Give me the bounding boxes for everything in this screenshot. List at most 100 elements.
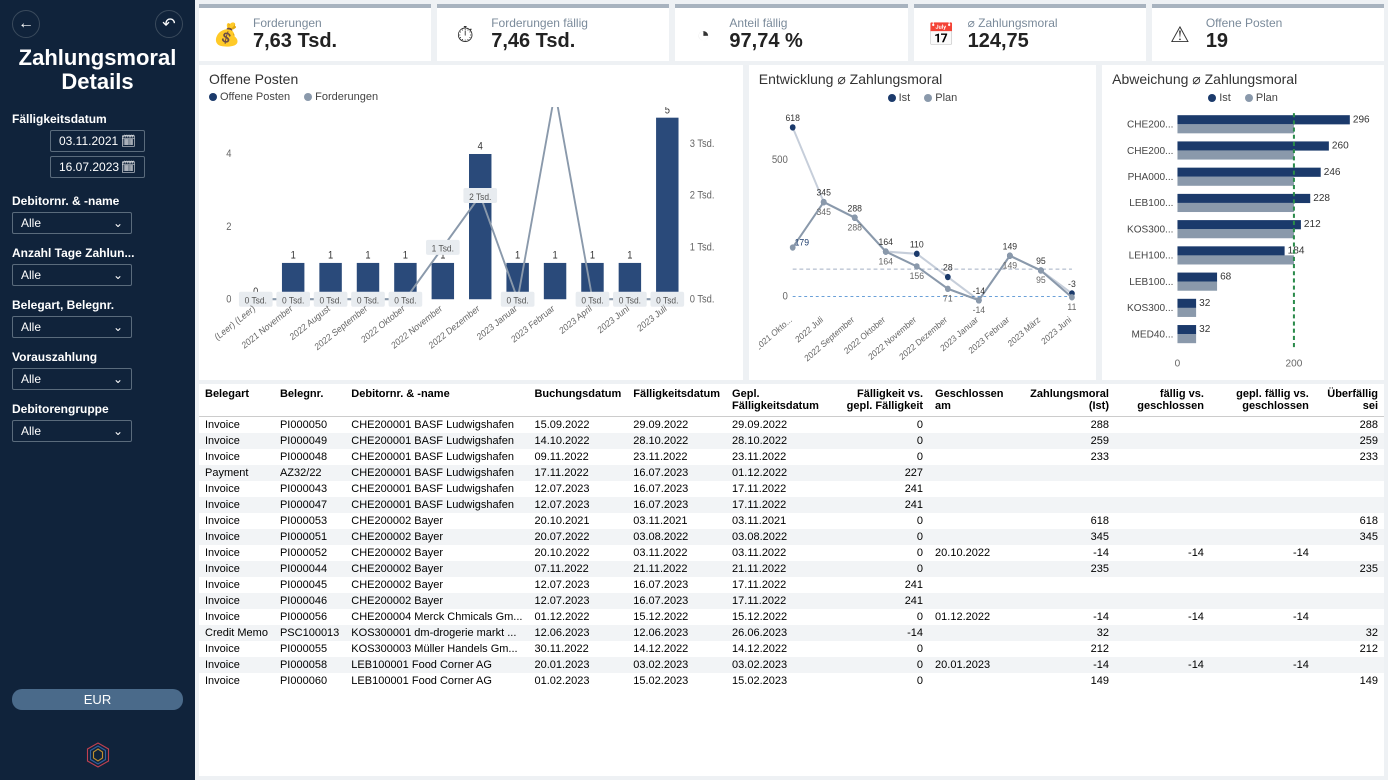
table-header[interactable]: Belegart <box>199 384 274 417</box>
table-cell <box>1115 673 1210 689</box>
table-row[interactable]: InvoicePI000060LEB100001 Food Corner AG0… <box>199 673 1384 689</box>
page-title: Zahlungsmoral Details <box>12 46 183 94</box>
filter-select-4[interactable]: Alle⌄ <box>12 420 132 442</box>
table-cell <box>929 673 1016 689</box>
forderungen-icon: 💰 <box>211 19 243 51</box>
table-cell: 241 <box>835 577 929 593</box>
table-cell: 212 <box>1315 641 1384 657</box>
data-table[interactable]: BelegartBelegnr.Debitornr. & -nameBuchun… <box>199 384 1384 776</box>
table-header[interactable]: gepl. fällig vs. geschlossen <box>1210 384 1315 417</box>
svg-text:1: 1 <box>515 250 521 262</box>
table-header[interactable]: Gepl. Fälligkeitsdatum <box>726 384 835 417</box>
undo-icon[interactable]: ↶ <box>155 10 183 38</box>
table-row[interactable]: InvoicePI000044CHE200002 Bayer07.11.2022… <box>199 561 1384 577</box>
table-cell <box>1115 481 1210 497</box>
table-row[interactable]: InvoicePI000053CHE200002 Bayer20.10.2021… <box>199 513 1384 529</box>
table-row[interactable]: InvoicePI000058LEB100001 Food Corner AG2… <box>199 657 1384 673</box>
table-cell <box>1210 433 1315 449</box>
svg-text:0: 0 <box>226 294 232 306</box>
back-icon[interactable]: ← <box>12 10 40 38</box>
legend-item: Plan <box>935 92 957 104</box>
table-cell: 16.07.2023 <box>627 497 726 513</box>
table-cell: 14.12.2022 <box>726 641 835 657</box>
table-cell <box>1016 481 1115 497</box>
table-cell: PI000053 <box>274 513 345 529</box>
table-header[interactable]: Überfällig sei <box>1315 384 1384 417</box>
chart-title: Offene Posten <box>209 71 733 87</box>
table-header[interactable]: Buchungsdatum <box>528 384 627 417</box>
table-header[interactable]: fällig vs. geschlossen <box>1115 384 1210 417</box>
table-header[interactable]: Fälligkeitsdatum <box>627 384 726 417</box>
svg-text:LEH100...: LEH100... <box>1129 251 1174 262</box>
filter-select-1[interactable]: Alle⌄ <box>12 264 132 286</box>
table-row[interactable]: InvoicePI000043CHE200001 BASF Ludwigshaf… <box>199 481 1384 497</box>
table-cell: 20.10.2022 <box>528 545 627 561</box>
svg-text:2021 Okto...: 2021 Okto... <box>759 314 794 353</box>
date-to-input[interactable]: 16.07.2023🗓 <box>50 156 145 178</box>
svg-text:156: 156 <box>909 271 923 281</box>
svg-text:228: 228 <box>1313 193 1330 204</box>
svg-text:2023 Juni: 2023 Juni <box>596 303 631 336</box>
table-row[interactable]: InvoicePI000056CHE200004 Merck Chmicals … <box>199 609 1384 625</box>
legend-item: Forderungen <box>315 91 378 103</box>
table-cell <box>1016 593 1115 609</box>
table-cell <box>929 561 1016 577</box>
table-header[interactable]: Debitornr. & -name <box>345 384 528 417</box>
table-header[interactable]: Belegnr. <box>274 384 345 417</box>
table-cell <box>1115 625 1210 641</box>
table-row[interactable]: InvoicePI000048CHE200001 BASF Ludwigshaf… <box>199 449 1384 465</box>
table-cell: 01.02.2023 <box>528 673 627 689</box>
table-cell <box>1210 673 1315 689</box>
svg-text:200: 200 <box>1286 359 1303 370</box>
table-header[interactable]: Zahlungsmoral (Ist) <box>1016 384 1115 417</box>
table-row[interactable]: PaymentAZ32/22CHE200001 BASF Ludwigshafe… <box>199 465 1384 481</box>
table-row[interactable]: InvoicePI000052CHE200002 Bayer20.10.2022… <box>199 545 1384 561</box>
table-cell: 0 <box>835 609 929 625</box>
table-cell: KOS300001 dm-drogerie markt ... <box>345 625 528 641</box>
table-cell: 12.07.2023 <box>528 481 627 497</box>
table-header[interactable]: Fälligkeit vs. gepl. Fälligkeit <box>835 384 929 417</box>
currency-button[interactable]: EUR <box>12 689 183 710</box>
table-row[interactable]: InvoicePI000051CHE200002 Bayer20.07.2022… <box>199 529 1384 545</box>
svg-text:-14: -14 <box>972 286 985 296</box>
table-cell: 0 <box>835 657 929 673</box>
svg-text:345: 345 <box>816 187 830 197</box>
svg-text:0 Tsd.: 0 Tsd. <box>357 295 379 306</box>
svg-text:149: 149 <box>1002 241 1016 251</box>
table-row[interactable]: InvoicePI000046CHE200002 Bayer12.07.2023… <box>199 593 1384 609</box>
table-cell: 618 <box>1016 513 1115 529</box>
filter-select-3[interactable]: Alle⌄ <box>12 368 132 390</box>
table-row[interactable]: InvoicePI000045CHE200002 Bayer12.07.2023… <box>199 577 1384 593</box>
table-cell <box>1210 465 1315 481</box>
filter-select-2[interactable]: Alle⌄ <box>12 316 132 338</box>
table-cell <box>929 641 1016 657</box>
table-cell: 0 <box>835 433 929 449</box>
table-header[interactable]: Geschlossen am <box>929 384 1016 417</box>
filter-label: Debitorengruppe <box>12 402 183 416</box>
kpi-value: 7,63 Tsd. <box>253 30 337 53</box>
table-cell: Invoice <box>199 577 274 593</box>
table-cell: CHE200001 BASF Ludwigshafen <box>345 449 528 465</box>
table-row[interactable]: InvoicePI000047CHE200001 BASF Ludwigshaf… <box>199 497 1384 513</box>
table-row[interactable]: Credit MemoPSC100013KOS300001 dm-drogeri… <box>199 625 1384 641</box>
table-cell: Invoice <box>199 673 274 689</box>
table-cell: CHE200001 BASF Ludwigshafen <box>345 433 528 449</box>
date-from-input[interactable]: 03.11.2021🗓 <box>50 130 145 152</box>
svg-text:164: 164 <box>878 237 892 247</box>
filter-select-0[interactable]: Alle⌄ <box>12 212 132 234</box>
table-cell: -14 <box>1016 657 1115 673</box>
table-cell <box>1210 593 1315 609</box>
table-cell: 0 <box>835 529 929 545</box>
table-cell: 23.11.2022 <box>627 449 726 465</box>
table-cell: CHE200001 BASF Ludwigshafen <box>345 497 528 513</box>
table-row[interactable]: InvoicePI000055KOS300003 Müller Handels … <box>199 641 1384 657</box>
filter-label: Anzahl Tage Zahlun... <box>12 246 183 260</box>
table-cell <box>929 465 1016 481</box>
table-row[interactable]: InvoicePI000050CHE200001 BASF Ludwigshaf… <box>199 417 1384 434</box>
kpi-row: 💰 Forderungen 7,63 Tsd. ⏱ Forderungen fä… <box>199 4 1384 61</box>
table-cell: 14.10.2022 <box>528 433 627 449</box>
svg-text:1: 1 <box>590 250 596 262</box>
table-cell: 235 <box>1016 561 1115 577</box>
chart-title: Entwicklung ⌀ Zahlungsmoral <box>759 71 1086 88</box>
table-row[interactable]: InvoicePI000049CHE200001 BASF Ludwigshaf… <box>199 433 1384 449</box>
